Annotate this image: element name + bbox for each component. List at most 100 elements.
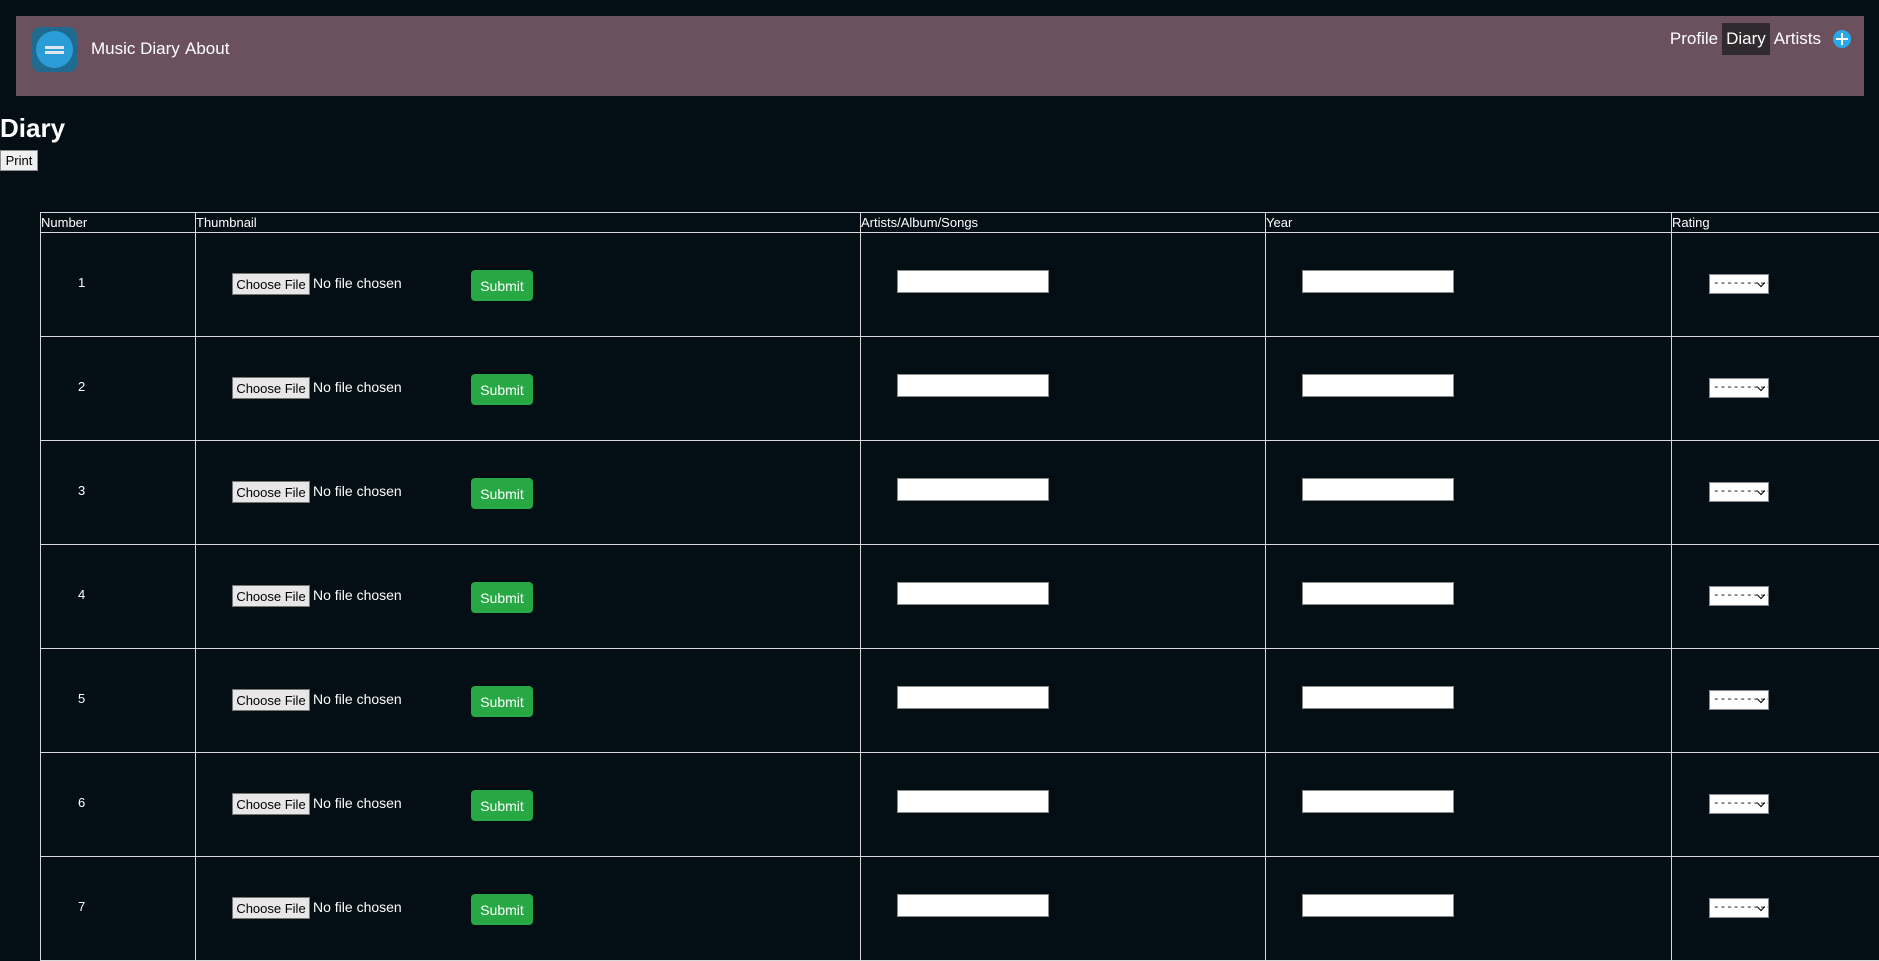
number-cell: 6 (41, 753, 196, 857)
number-cell: 2 (41, 337, 196, 441)
rating-cell: --------- (1672, 753, 1879, 857)
nav-profile-link[interactable]: Profile (1666, 23, 1722, 55)
header-year: Year (1266, 213, 1672, 233)
table-row: 4 Choose File No file chosen Submit ----… (41, 545, 1879, 649)
year-cell (1266, 857, 1672, 961)
year-input[interactable] (1302, 582, 1454, 605)
year-cell (1266, 233, 1672, 337)
nav-right: Profile Diary Artists (1666, 23, 1864, 55)
no-file-text: No file chosen (313, 483, 402, 499)
year-cell (1266, 649, 1672, 753)
print-button[interactable]: Print (0, 150, 38, 171)
submit-button[interactable]: Submit (471, 686, 533, 717)
thumbnail-cell: Choose File No file chosen Submit (196, 753, 861, 857)
rating-select[interactable]: --------- (1709, 690, 1769, 710)
artist-input[interactable] (897, 686, 1049, 709)
year-cell (1266, 753, 1672, 857)
submit-button[interactable]: Submit (471, 582, 533, 613)
number-cell: 3 (41, 441, 196, 545)
rating-cell: --------- (1672, 441, 1879, 545)
row-number: 7 (78, 899, 85, 914)
table-row: 6 Choose File No file chosen Submit ----… (41, 753, 1879, 857)
header-thumbnail: Thumbnail (196, 213, 861, 233)
table-row: 1 Choose File No file chosen Submit ----… (41, 233, 1879, 337)
about-link[interactable]: About (185, 39, 229, 59)
rating-select[interactable]: --------- (1709, 898, 1769, 918)
row-number: 3 (78, 483, 85, 498)
year-input[interactable] (1302, 686, 1454, 709)
row-number: 1 (78, 275, 85, 290)
header-artists-album-songs: Artists/Album/Songs (861, 213, 1266, 233)
submit-button[interactable]: Submit (471, 270, 533, 301)
row-number: 6 (78, 795, 85, 810)
artist-cell (861, 441, 1266, 545)
choose-file-button[interactable]: Choose File (232, 585, 310, 607)
number-cell: 1 (41, 233, 196, 337)
artist-cell (861, 545, 1266, 649)
table-row: 5 Choose File No file chosen Submit ----… (41, 649, 1879, 753)
table-row: 7 Choose File No file chosen Submit ----… (41, 857, 1879, 961)
header-number: Number (41, 213, 196, 233)
artist-input[interactable] (897, 478, 1049, 501)
rating-select[interactable]: --------- (1709, 794, 1769, 814)
artist-cell (861, 337, 1266, 441)
rating-select[interactable]: --------- (1709, 482, 1769, 502)
rating-cell: --------- (1672, 545, 1879, 649)
thumbnail-cell: Choose File No file chosen Submit (196, 649, 861, 753)
rating-select[interactable]: --------- (1709, 274, 1769, 294)
row-number: 4 (78, 587, 85, 602)
year-input[interactable] (1302, 478, 1454, 501)
choose-file-button[interactable]: Choose File (232, 377, 310, 399)
choose-file-button[interactable]: Choose File (232, 689, 310, 711)
year-cell (1266, 337, 1672, 441)
artist-input[interactable] (897, 582, 1049, 605)
rating-cell: --------- (1672, 649, 1879, 753)
submit-button[interactable]: Submit (471, 478, 533, 509)
number-cell: 5 (41, 649, 196, 753)
rating-cell: --------- (1672, 857, 1879, 961)
thumbnail-cell: Choose File No file chosen Submit (196, 233, 861, 337)
year-cell (1266, 545, 1672, 649)
rating-select[interactable]: --------- (1709, 586, 1769, 606)
artist-cell (861, 649, 1266, 753)
artist-cell (861, 753, 1266, 857)
year-input[interactable] (1302, 374, 1454, 397)
choose-file-button[interactable]: Choose File (232, 897, 310, 919)
plus-circle-icon[interactable] (1833, 30, 1851, 48)
thumbnail-cell: Choose File No file chosen Submit (196, 857, 861, 961)
no-file-text: No file chosen (313, 691, 402, 707)
no-file-text: No file chosen (313, 379, 402, 395)
table-row: 2 Choose File No file chosen Submit ----… (41, 337, 1879, 441)
artist-input[interactable] (897, 790, 1049, 813)
artist-cell (861, 857, 1266, 961)
year-input[interactable] (1302, 270, 1454, 293)
number-cell: 7 (41, 857, 196, 961)
thumbnail-cell: Choose File No file chosen Submit (196, 545, 861, 649)
year-cell (1266, 441, 1672, 545)
table-header-row: Number Thumbnail Artists/Album/Songs Yea… (41, 213, 1879, 233)
rating-cell: --------- (1672, 233, 1879, 337)
choose-file-button[interactable]: Choose File (232, 481, 310, 503)
submit-button[interactable]: Submit (471, 894, 533, 925)
no-file-text: No file chosen (313, 899, 402, 915)
submit-button[interactable]: Submit (471, 790, 533, 821)
row-number: 2 (78, 379, 85, 394)
thumbnail-cell: Choose File No file chosen Submit (196, 441, 861, 545)
nav-artists-link[interactable]: Artists (1770, 23, 1825, 55)
brand-link[interactable]: Music Diary (91, 39, 180, 59)
year-input[interactable] (1302, 894, 1454, 917)
diary-table: Number Thumbnail Artists/Album/Songs Yea… (40, 212, 1879, 961)
artist-cell (861, 233, 1266, 337)
rating-select[interactable]: --------- (1709, 378, 1769, 398)
artist-input[interactable] (897, 270, 1049, 293)
music-diary-logo-icon[interactable] (32, 27, 77, 72)
submit-button[interactable]: Submit (471, 374, 533, 405)
nav-diary-link[interactable]: Diary (1722, 23, 1770, 55)
choose-file-button[interactable]: Choose File (232, 793, 310, 815)
artist-input[interactable] (897, 894, 1049, 917)
year-input[interactable] (1302, 790, 1454, 813)
choose-file-button[interactable]: Choose File (232, 273, 310, 295)
artist-input[interactable] (897, 374, 1049, 397)
no-file-text: No file chosen (313, 587, 402, 603)
header-rating: Rating (1672, 213, 1879, 233)
